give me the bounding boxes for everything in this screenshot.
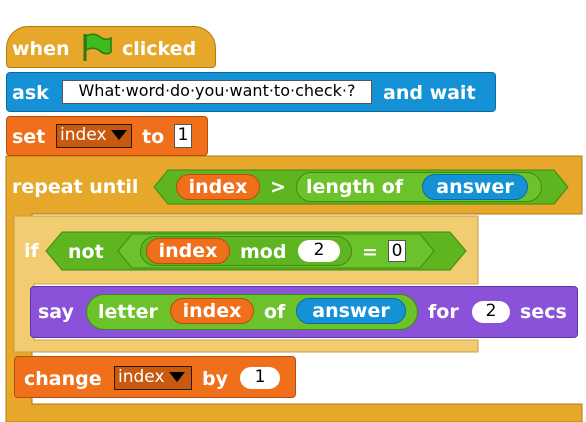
chevron-down-icon bbox=[110, 130, 127, 140]
set-variable-dropdown[interactable]: index bbox=[56, 124, 132, 148]
say-answer-reporter[interactable]: answer bbox=[296, 298, 406, 324]
change-variable-dropdown[interactable]: index bbox=[114, 366, 192, 390]
if-label: if bbox=[24, 240, 39, 262]
set-value-input[interactable]: 1 bbox=[174, 124, 192, 148]
ask-question-input[interactable]: What·word·do·you·want·to·check·? bbox=[62, 80, 372, 104]
set-variable-value: index bbox=[60, 125, 107, 145]
equals-label: = bbox=[362, 241, 378, 263]
say-label: say bbox=[38, 301, 74, 323]
and-wait-label: and wait bbox=[383, 82, 476, 104]
not-label: not bbox=[68, 241, 104, 263]
set-to-label: to bbox=[142, 126, 165, 148]
for-label: for bbox=[428, 301, 459, 323]
green-flag-icon bbox=[80, 32, 112, 62]
change-by-label: by bbox=[202, 368, 228, 390]
ask-label: ask bbox=[12, 82, 49, 104]
mod-label: mod bbox=[240, 241, 287, 263]
when-label: when bbox=[12, 38, 70, 60]
set-label: set bbox=[12, 126, 46, 148]
greater-than-label: > bbox=[270, 176, 286, 198]
if-index-reporter[interactable]: index bbox=[146, 238, 230, 264]
secs-label: secs bbox=[520, 301, 567, 323]
length-of-label: length of bbox=[306, 176, 404, 198]
repeat-until-label: repeat until bbox=[12, 176, 139, 198]
change-value-input[interactable]: 1 bbox=[240, 367, 280, 389]
clicked-label: clicked bbox=[122, 38, 197, 60]
repeat-answer-reporter[interactable]: answer bbox=[422, 174, 528, 200]
change-variable-value: index bbox=[118, 367, 165, 387]
of-label: of bbox=[264, 301, 286, 323]
secs-value-input[interactable]: 2 bbox=[472, 301, 510, 323]
chevron-down-icon bbox=[168, 372, 185, 382]
repeat-index-reporter[interactable]: index bbox=[176, 174, 260, 200]
letter-label: letter bbox=[98, 301, 158, 323]
change-label: change bbox=[24, 368, 102, 390]
say-index-reporter[interactable]: index bbox=[170, 298, 254, 324]
mod-value-input[interactable]: 2 bbox=[298, 240, 340, 262]
compare-value-input[interactable]: 0 bbox=[388, 240, 406, 262]
